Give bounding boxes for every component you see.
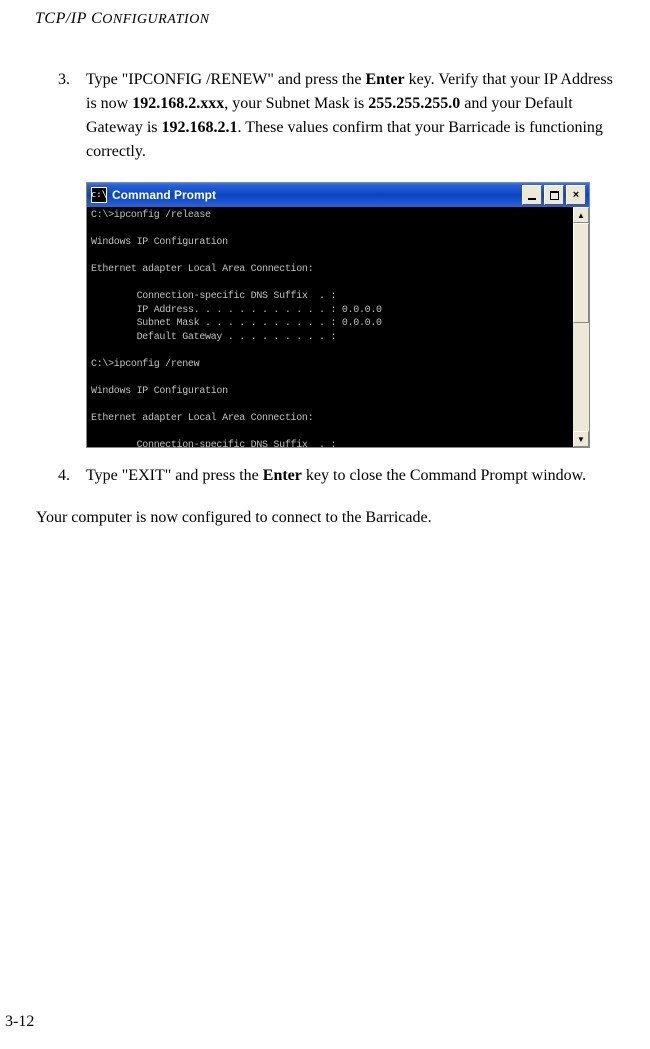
command-prompt-window: c:\ Command Prompt × C:\>ipconfig /relea…	[86, 182, 590, 448]
console-output: C:\>ipconfig /release Windows IP Configu…	[87, 207, 573, 447]
content-area: 3. Type "IPCONFIG /RENEW" and press the …	[0, 28, 650, 530]
scrollbar[interactable]: ▲ ▼	[573, 207, 589, 447]
scroll-up-button[interactable]: ▲	[573, 207, 589, 223]
header-suffix: ONFIGURATION	[102, 12, 209, 27]
window-titlebar: c:\ Command Prompt ×	[87, 183, 589, 207]
console-container: C:\>ipconfig /release Windows IP Configu…	[87, 207, 589, 447]
window-title: Command Prompt	[112, 188, 520, 202]
cmd-icon: c:\	[91, 187, 107, 203]
scroll-down-button[interactable]: ▼	[573, 431, 589, 447]
minimize-button[interactable]	[522, 185, 542, 205]
header-prefix: TCP/IP C	[35, 10, 102, 27]
scroll-thumb[interactable]	[573, 223, 589, 323]
step-3-text: Type "IPCONFIG /RENEW" and press the Ent…	[86, 68, 615, 164]
step-3-number: 3.	[58, 68, 86, 164]
close-button[interactable]: ×	[566, 185, 586, 205]
closing-text: Your computer is now configured to conne…	[36, 506, 615, 530]
step-4-text: Type "EXIT" and press the Enter key to c…	[86, 464, 615, 488]
step-4: 4. Type "EXIT" and press the Enter key t…	[58, 464, 615, 488]
step-3: 3. Type "IPCONFIG /RENEW" and press the …	[58, 68, 615, 164]
page-number: 3-12	[5, 1013, 34, 1031]
step-4-number: 4.	[58, 464, 86, 488]
page-header: TCP/IP CONFIGURATION	[0, 0, 650, 28]
maximize-button[interactable]	[544, 185, 564, 205]
scroll-track[interactable]	[573, 223, 589, 431]
